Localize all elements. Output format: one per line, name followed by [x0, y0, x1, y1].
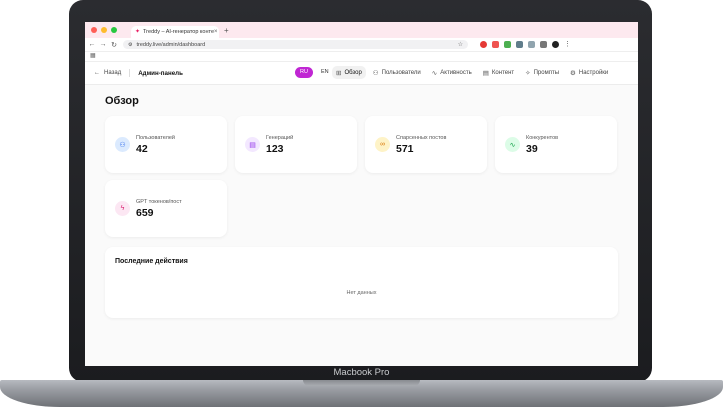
bookmarks-bar: ▦	[85, 52, 638, 62]
stat-card-users: ⚇ Пользователей 42	[105, 116, 227, 173]
recent-activity-panel: Последние действия Нет данных	[105, 247, 618, 318]
stat-card-competitors: ∿ Конкурентов 39	[495, 116, 617, 173]
document-icon: ▤	[245, 137, 260, 152]
main-content: Обзор ⚇ Пользователей 42 ▤ Генераций 123 ∞…	[85, 95, 638, 318]
site-info-icon[interactable]: ⚙	[128, 42, 132, 48]
stat-label: Генераций	[266, 134, 294, 141]
extensions-bar: ⋮	[480, 41, 571, 48]
browser-tabbar: ✦ Treddy – AI-генератор конте × +	[85, 22, 638, 38]
reload-icon[interactable]: ↻	[110, 41, 118, 49]
menu-item-label: Обзор	[344, 69, 362, 76]
stat-card-gpt-tokens: ϟ GPT токенов/пост 659	[105, 180, 227, 237]
minimize-window-button[interactable]	[101, 27, 107, 33]
back-link[interactable]: ← Назад	[94, 70, 121, 76]
stat-label: Конкурентов	[526, 134, 559, 141]
menu-item-content[interactable]: ▤ Контент	[479, 66, 518, 79]
extension-icon[interactable]	[492, 41, 499, 48]
recent-activity-title: Последние действия	[115, 258, 188, 265]
bookmark-star-icon[interactable]: ☆	[458, 41, 463, 48]
back-arrow-icon[interactable]: ←	[88, 41, 96, 48]
stats-grid: ⚇ Пользователей 42 ▤ Генераций 123 ∞ Спарс…	[105, 116, 618, 237]
menu-item-label: Активность	[440, 69, 472, 76]
close-tab-icon[interactable]: ×	[214, 29, 218, 35]
activity-icon: ∿	[431, 69, 438, 77]
menu-item-label: Промпты	[533, 69, 560, 76]
lang-en-button[interactable]: EN	[316, 67, 334, 78]
grid-icon: ⊞	[336, 69, 342, 77]
maximize-window-button[interactable]	[111, 27, 117, 33]
admin-panel-title: Админ-панель	[138, 69, 183, 77]
divider	[129, 69, 131, 77]
menu-item-users[interactable]: ⚇ Пользователи	[369, 66, 425, 79]
extension-icon[interactable]	[504, 41, 511, 48]
extension-icon[interactable]	[480, 41, 487, 48]
device-model-label: Macbook Pro	[333, 367, 390, 378]
back-label: Назад	[104, 70, 122, 76]
stat-label: GPT токенов/пост	[136, 198, 182, 205]
browser-tab[interactable]: ✦ Treddy – AI-генератор конте ×	[131, 26, 219, 38]
menu-item-activity[interactable]: ∿ Активность	[428, 66, 476, 79]
stat-value: 42	[136, 142, 148, 155]
page-title: Обзор	[105, 95, 139, 107]
new-tab-icon[interactable]: +	[224, 26, 229, 35]
site-favicon-icon: ✦	[135, 29, 141, 35]
stat-label: Спарсенных постов	[396, 134, 447, 141]
document-icon: ▤	[482, 69, 489, 77]
language-switcher: RU EN	[295, 67, 334, 78]
stat-label: Пользователей	[136, 134, 175, 141]
sidebar-icon[interactable]	[540, 41, 547, 48]
tab-title: Treddy – AI-генератор конте	[143, 29, 215, 35]
activity-icon: ∿	[505, 137, 520, 152]
screen: ✦ Treddy – AI-генератор конте × + ← → ↻ …	[85, 22, 638, 366]
menu-item-prompts[interactable]: ✧ Промпты	[521, 66, 563, 79]
menu-item-label: Контент	[491, 69, 515, 76]
stat-value: 659	[136, 206, 154, 219]
menu-item-label: Настройки	[578, 69, 609, 76]
browser-menu-icon[interactable]: ⋮	[564, 41, 571, 48]
menu-item-label: Пользователи	[381, 69, 421, 76]
window-controls	[91, 27, 117, 33]
app-navbar: ← Назад Админ-панель RU EN ⊞ Обзор ⚇ Польз…	[85, 62, 638, 85]
url-field[interactable]: ⚙ treddy.live/admin/dashboard ☆	[123, 40, 468, 49]
stat-value: 571	[396, 142, 414, 155]
stat-card-generations: ▤ Генераций 123	[235, 116, 357, 173]
users-icon: ⚇	[115, 137, 130, 152]
address-bar-row: ← → ↻ ⚙ treddy.live/admin/dashboard ☆ ⋮	[85, 38, 638, 52]
close-window-button[interactable]	[91, 27, 97, 33]
extension-icon[interactable]	[516, 41, 523, 48]
gear-icon: ⚙	[570, 69, 576, 77]
users-icon: ⚇	[372, 69, 379, 77]
apps-grid-icon[interactable]: ▦	[90, 53, 96, 59]
extensions-puzzle-icon[interactable]	[528, 41, 535, 48]
profile-avatar[interactable]	[552, 41, 559, 48]
lang-ru-button[interactable]: RU	[295, 67, 313, 78]
forward-arrow-icon[interactable]: →	[99, 41, 107, 48]
url-text: treddy.live/admin/dashboard	[136, 41, 206, 48]
stat-value: 123	[266, 142, 284, 155]
laptop-notch	[303, 380, 420, 386]
back-arrow-icon: ←	[94, 70, 100, 76]
zap-icon: ϟ	[115, 201, 130, 216]
stat-card-parsed-posts: ∞ Спарсенных постов 571	[365, 116, 487, 173]
menu-item-overview[interactable]: ⊞ Обзор	[332, 66, 366, 79]
stat-value: 39	[526, 142, 538, 155]
admin-menu: ⊞ Обзор ⚇ Пользователи ∿ Активность ▤ Контен…	[332, 66, 612, 79]
sparkle-icon: ✧	[525, 69, 531, 77]
link-icon: ∞	[375, 137, 390, 152]
menu-item-settings[interactable]: ⚙ Настройки	[566, 66, 612, 79]
empty-state-text: Нет данных	[346, 290, 377, 296]
